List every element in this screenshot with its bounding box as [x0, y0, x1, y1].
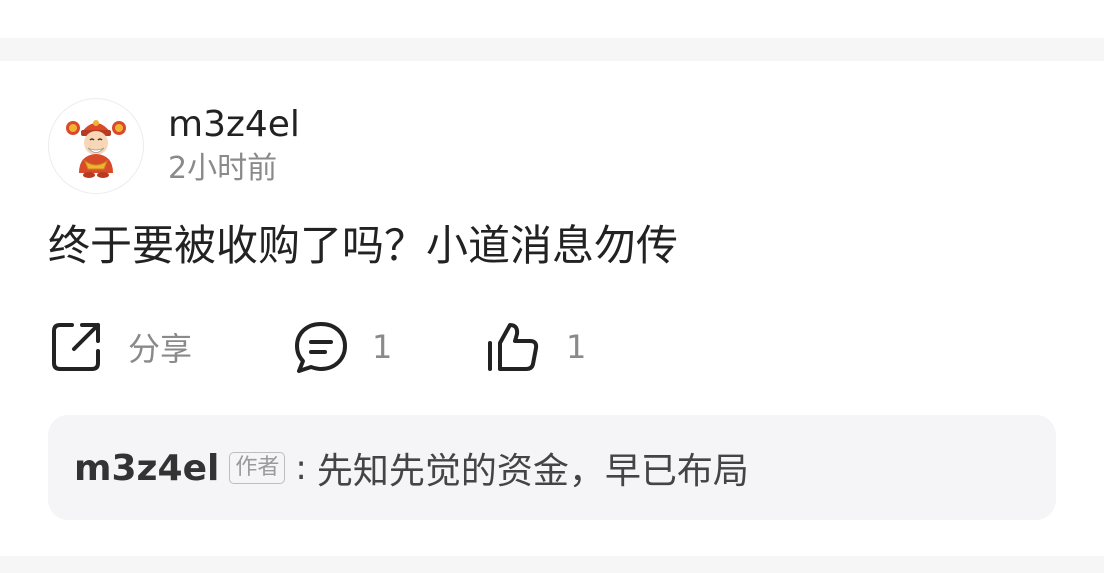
share-button[interactable]: 分享	[48, 318, 192, 376]
post-author-name[interactable]: m3z4el	[168, 104, 300, 146]
reply-separator: :	[295, 448, 307, 488]
avatar[interactable]	[48, 98, 144, 194]
post-content: 终于要被收购了吗？小道消息勿传	[48, 221, 679, 270]
comment-count: 1	[372, 328, 393, 366]
top-separator-band	[0, 38, 1104, 61]
fortune-god-avatar-icon	[66, 120, 126, 178]
post-card: m3z4el 2小时前 终于要被收购了吗？小道消息勿传 分享 1 1 m3z4e…	[0, 0, 1104, 573]
reply-preview[interactable]: m3z4el 作者 : 先知先觉的资金，早已布局	[48, 415, 1056, 520]
reply-text: 先知先觉的资金，早已布局	[316, 451, 749, 492]
reply-author-name[interactable]: m3z4el	[74, 448, 219, 489]
share-label: 分享	[128, 330, 193, 368]
thumbs-up-icon	[484, 319, 542, 375]
reply-line: m3z4el 作者 : 先知先觉的资金，早已布局	[74, 443, 749, 493]
like-button[interactable]: 1	[484, 318, 586, 376]
comment-icon	[292, 319, 350, 375]
post-timestamp: 2小时前	[168, 151, 278, 186]
bottom-separator-band	[0, 556, 1104, 573]
share-icon	[48, 319, 104, 375]
author-badge: 作者	[229, 452, 286, 484]
like-count: 1	[566, 328, 587, 366]
comment-button[interactable]: 1	[292, 318, 392, 376]
